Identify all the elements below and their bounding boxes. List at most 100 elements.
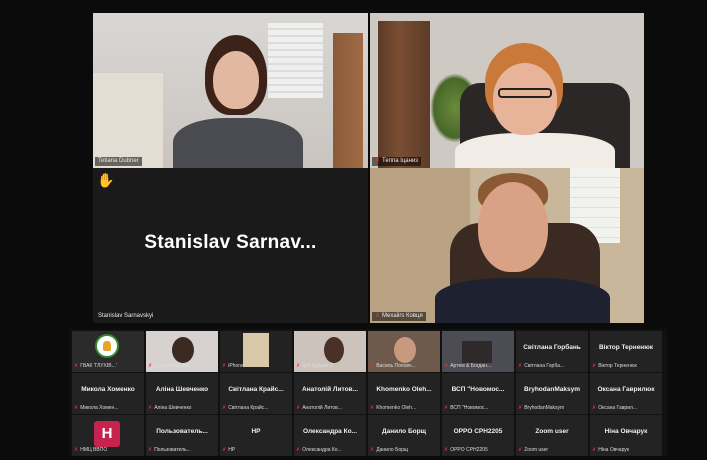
muted-mic-icon: ✗	[370, 405, 375, 411]
gallery-tile-name: Аліна Шевченко	[155, 386, 209, 393]
gallery-tile[interactable]: ✗ iPhone	[220, 331, 292, 372]
gallery-tile[interactable]: ✗ Василь Поповч...	[368, 331, 440, 372]
muted-mic-icon: ✗	[592, 363, 597, 369]
gallery-tile[interactable]: Zoom user ✗ Zoom user	[516, 415, 588, 456]
muted-mic-icon: ✗	[296, 405, 301, 411]
muted-mic-icon: ✗	[222, 405, 227, 411]
gallery-tile[interactable]: Анатолій Литов... ✗ Анатолій Литов...	[294, 373, 366, 414]
gallery-tile-tag: ✗ ВСП "Новомос...	[444, 405, 489, 411]
person-thumbnail	[462, 341, 492, 363]
gallery-tile-tag: ✗ Світлана Горба...	[518, 363, 565, 369]
background-door	[378, 21, 430, 168]
gallery-tile-name: OPPO CPH2205	[453, 428, 503, 435]
gallery-tile-name: Світлана Горбань	[523, 344, 581, 351]
muted-mic-icon: ✗	[375, 158, 381, 164]
gallery-tile-tag: ✗ Віктор Терненюк	[592, 363, 637, 369]
video-tile-stanislav[interactable]: ✋ Stanislav Sarnav... Stanislav Sarnavsk…	[93, 168, 368, 323]
gallery-tile-name: Олександра Ко...	[303, 428, 357, 435]
gallery-tile-name: HP	[251, 428, 261, 435]
gallery-tile-tag: ✗ Артем & Богдан...	[444, 363, 492, 369]
gallery-tile-name: Khomenko Oleh...	[376, 386, 432, 393]
gallery-tile-tag: ✗ Zoom user	[518, 447, 549, 453]
gallery-tile[interactable]: Світлана Горбань ✗ Світлана Горба...	[516, 331, 588, 372]
background-door	[333, 33, 363, 168]
participant-gallery: ✗ ГВАК 'ГЛУХІВ...' ✗ Lesia Shcherbin... ✗ i…	[70, 329, 667, 456]
video-tile-participant-2[interactable]: ✗ Теппа Іцаниз	[370, 13, 644, 168]
gallery-tile[interactable]: Світлана Крайс... ✗ Світлана Крайс...	[220, 373, 292, 414]
gallery-tile[interactable]: H ✗ НМЦ ВВПО	[72, 415, 144, 456]
gallery-tile[interactable]: Khomenko Oleh... ✗ Khomenko Oleh...	[368, 373, 440, 414]
gallery-tile-tag: ✗ Микола Хомен...	[74, 405, 119, 411]
muted-mic-icon: ✗	[444, 447, 449, 453]
gallery-tile-name: Пользователь...	[156, 428, 208, 435]
gallery-tile-tag: ✗ Анатолій Литов...	[296, 405, 342, 411]
muted-mic-icon: ✗	[518, 405, 523, 411]
raised-hand-icon: ✋	[97, 172, 115, 188]
person-face	[493, 63, 557, 135]
video-tile-tetiana-dubner[interactable]: Tetiana Dubner	[93, 13, 368, 168]
participant-name-tag: ✗ Mexaiirs Ковця	[372, 312, 426, 321]
gallery-tile-tag: ✗ Ірія Дудник Л	[296, 363, 333, 369]
participant-name-tag: Stanislav Sarnavskyi	[98, 313, 154, 319]
muted-mic-icon: ✗	[518, 363, 523, 369]
gallery-tile[interactable]: ✗ Ірія Дудник Л	[294, 331, 366, 372]
person-thumbnail	[172, 337, 194, 363]
muted-mic-icon: ✗	[296, 363, 301, 369]
person-face	[213, 51, 259, 109]
gallery-tile[interactable]: BryhodanMaksym ✗ BryhodanMaksym	[516, 373, 588, 414]
gallery-tile-tag: ✗ Ніна Овчарук	[592, 447, 629, 453]
gallery-tile-name: ВСП "Новомос...	[451, 386, 505, 393]
gallery-tile-tag: ✗ Khomenko Oleh...	[370, 405, 417, 411]
muted-mic-icon: ✗	[148, 405, 153, 411]
gallery-tile-tag: ✗ Lesia Shcherbin...	[148, 363, 195, 369]
glasses	[498, 88, 552, 98]
gallery-tile-name: Микола Хоменко	[81, 386, 135, 393]
participant-name-tag: ✗ Теппа Іцаниз	[372, 157, 422, 166]
gallery-tile-tag: ✗ НМЦ ВВПО	[74, 447, 108, 453]
gallery-tile-name: Ніна Овчарук	[604, 428, 648, 435]
participant-display-name: Stanislav Sarnav...	[144, 232, 317, 253]
person-face	[478, 182, 548, 272]
muted-mic-icon: ✗	[370, 363, 375, 369]
person-thumbnail	[324, 337, 344, 363]
gallery-tile-name: Віктор Терненюк	[598, 344, 654, 351]
muted-mic-icon: ✗	[222, 363, 227, 369]
gallery-tile[interactable]: ✗ Артем & Богдан...	[442, 331, 514, 372]
muted-mic-icon: ✗	[74, 363, 79, 369]
muted-mic-icon: ✗	[518, 447, 523, 453]
gallery-tile-tag: ✗ Василь Поповч...	[370, 363, 416, 369]
muted-mic-icon: ✗	[296, 447, 301, 453]
video-tile-participant-4[interactable]: ✗ Mexaiirs Ковця	[370, 168, 644, 323]
gallery-tile-name: Zoom user	[535, 428, 569, 435]
gallery-tile[interactable]: Оксана Гаврилюк ✗ Оксана Гаврил...	[590, 373, 662, 414]
gallery-tile[interactable]: ✗ ГВАК 'ГЛУХІВ...'	[72, 331, 144, 372]
gallery-tile[interactable]: Пользователь... ✗ Пользователь...	[146, 415, 218, 456]
gallery-tile-name: Світлана Крайс...	[228, 386, 284, 393]
gallery-tile-tag: ✗ Оксана Гаврил...	[592, 405, 638, 411]
gallery-tile-name: Данило Борщ	[381, 428, 427, 435]
gallery-tile[interactable]: OPPO CPH2205 ✗ OPPO CPH2205	[442, 415, 514, 456]
person-figure	[455, 133, 615, 168]
gallery-tile-tag: ✗ ГВАК 'ГЛУХІВ...'	[74, 363, 117, 369]
gallery-tile-name: BryhodanMaksym	[524, 386, 580, 393]
gallery-tile[interactable]: Ніна Овчарук ✗ Ніна Овчарук	[590, 415, 662, 456]
participant-name-tag: Tetiana Dubner	[95, 157, 142, 166]
gallery-tile[interactable]: Аліна Шевченко ✗ Аліна Шевченко	[146, 373, 218, 414]
muted-mic-icon: ✗	[444, 363, 449, 369]
gallery-tile[interactable]: Олександра Ко... ✗ Олександра Ко...	[294, 415, 366, 456]
gallery-tile[interactable]: ВСП "Новомос... ✗ ВСП "Новомос...	[442, 373, 514, 414]
muted-mic-icon: ✗	[148, 363, 153, 369]
gallery-tile-name: Оксана Гаврилюк	[597, 386, 655, 393]
gallery-tile[interactable]: HP ✗ HP	[220, 415, 292, 456]
gallery-tile[interactable]: Віктор Терненюк ✗ Віктор Терненюк	[590, 331, 662, 372]
gallery-tile[interactable]: Данило Борщ ✗ Данило Борщ	[368, 415, 440, 456]
background-window	[268, 23, 323, 98]
muted-mic-icon: ✗	[592, 447, 597, 453]
organization-logo-icon	[95, 334, 119, 358]
person-thumbnail	[394, 337, 416, 363]
gallery-tile[interactable]: Микола Хоменко ✗ Микола Хомен...	[72, 373, 144, 414]
muted-mic-icon: ✗	[222, 447, 227, 453]
person-figure	[435, 278, 610, 323]
gallery-tile[interactable]: ✗ Lesia Shcherbin...	[146, 331, 218, 372]
muted-mic-icon: ✗	[444, 405, 449, 411]
